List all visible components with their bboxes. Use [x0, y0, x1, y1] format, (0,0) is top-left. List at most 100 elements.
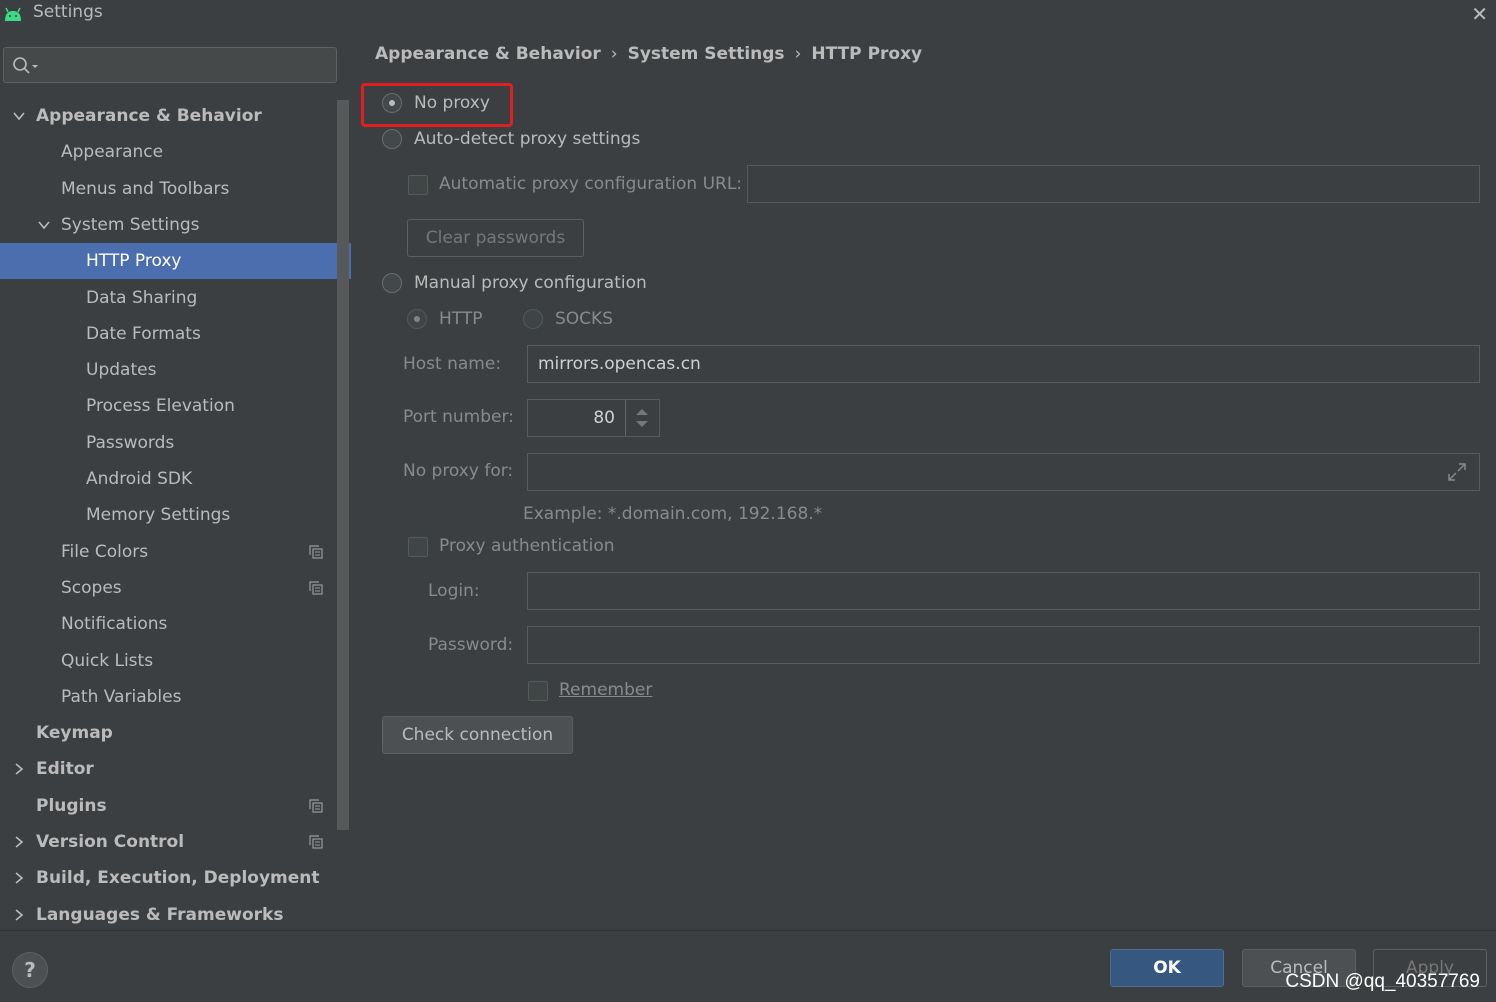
http-label[interactable]: HTTP — [439, 309, 483, 329]
sidebar-item-notifications[interactable]: Notifications — [0, 606, 351, 642]
http-radio[interactable] — [407, 309, 427, 329]
sidebar-item-label: Data Sharing — [86, 287, 198, 308]
sidebar-item-label: Process Elevation — [86, 396, 235, 417]
sidebar-item-label: Updates — [86, 360, 157, 381]
project-settings-icon — [309, 799, 323, 813]
expand-icon[interactable] — [1447, 462, 1467, 482]
manual-proxy-label[interactable]: Manual proxy configuration — [414, 273, 647, 293]
proxy-authentication-label[interactable]: Proxy authentication — [439, 536, 615, 556]
watermark-text: CSDN @qq_40357769 — [1285, 971, 1480, 992]
socks-radio[interactable] — [523, 309, 543, 329]
sidebar-item-system-settings[interactable]: System Settings — [0, 207, 351, 243]
sidebar-item-editor[interactable]: Editor — [0, 751, 351, 787]
project-settings-icon — [309, 544, 323, 559]
window-title: Settings — [33, 2, 103, 22]
no-proxy-label[interactable]: No proxy — [414, 93, 490, 113]
sidebar-item-build-execution-deployment[interactable]: Build, Execution, Deployment — [0, 860, 351, 896]
sidebar-item-data-sharing[interactable]: Data Sharing — [0, 280, 351, 316]
sidebar-item-updates[interactable]: Updates — [0, 352, 351, 388]
breadcrumb-separator: › — [610, 44, 618, 64]
settings-sidebar: Appearance & Behavior Appearance Menus and… — [0, 30, 351, 930]
project-settings-icon — [309, 581, 323, 595]
ok-button[interactable]: OK — [1110, 949, 1224, 987]
clear-passwords-button[interactable]: Clear passwords — [407, 219, 584, 257]
auto-config-url-input[interactable] — [747, 165, 1480, 203]
close-icon[interactable]: ✕ — [1471, 2, 1488, 26]
chevron-right-icon[interactable] — [11, 824, 27, 860]
auto-config-url-label: Automatic proxy configuration URL: — [439, 174, 743, 194]
sidebar-item-version-control[interactable]: Version Control — [0, 824, 351, 860]
sidebar-item-plugins[interactable]: Plugins — [0, 788, 351, 824]
sidebar-item-menus-and-toolbars[interactable]: Menus and Toolbars — [0, 171, 351, 207]
port-number-label: Port number: — [403, 407, 514, 427]
sidebar-item-http-proxy[interactable]: HTTP Proxy — [0, 243, 351, 280]
sidebar-item-memory-settings[interactable]: Memory Settings — [0, 497, 351, 533]
chevron-down-icon[interactable] — [11, 98, 27, 134]
breadcrumb-item[interactable]: System Settings — [628, 44, 785, 64]
search-input[interactable] — [3, 47, 337, 83]
sidebar-item-label: Android SDK — [86, 469, 193, 489]
remember-label[interactable]: Remember — [559, 680, 652, 700]
no-proxy-example-hint: Example: *.domain.com, 192.168.* — [523, 504, 823, 524]
chevron-down-icon[interactable] — [36, 207, 52, 243]
proxy-authentication-checkbox[interactable] — [408, 537, 428, 557]
check-connection-button[interactable]: Check connection — [382, 716, 573, 754]
auto-config-url-checkbox[interactable] — [408, 175, 428, 195]
sidebar-item-label: Notifications — [61, 614, 168, 635]
breadcrumb-separator: › — [794, 44, 802, 64]
android-icon — [5, 7, 21, 21]
sidebar-item-label: System Settings — [61, 214, 200, 235]
sidebar-item-label: Quick Lists — [61, 650, 154, 671]
dialog-footer: ? OK Cancel Apply CSDN @qq_40357769 — [0, 930, 1496, 1002]
port-number-value: 80 — [593, 408, 615, 428]
sidebar-item-label: Memory Settings — [86, 505, 231, 526]
chevron-right-icon[interactable] — [11, 897, 27, 933]
sidebar-item-label: Menus and Toolbars — [61, 178, 230, 199]
password-input[interactable] — [527, 626, 1480, 664]
sidebar-scrollbar[interactable] — [337, 100, 349, 830]
sidebar-item-appearance-behavior[interactable]: Appearance & Behavior — [0, 98, 351, 134]
remember-checkbox[interactable] — [528, 681, 548, 701]
no-proxy-for-input[interactable] — [527, 453, 1480, 491]
sidebar-item-path-variables[interactable]: Path Variables — [0, 679, 351, 715]
auto-detect-label[interactable]: Auto-detect proxy settings — [414, 129, 640, 149]
breadcrumb-item[interactable]: Appearance & Behavior — [375, 44, 601, 64]
sidebar-item-languages-frameworks[interactable]: Languages & Frameworks — [0, 897, 351, 933]
sidebar-item-label: Keymap — [36, 723, 113, 744]
sidebar-item-label: Languages & Frameworks — [36, 904, 284, 925]
title-bar: Settings ✕ — [0, 0, 1496, 30]
sidebar-item-process-elevation[interactable]: Process Elevation — [0, 388, 351, 424]
sidebar-item-label: HTTP Proxy — [86, 251, 182, 272]
help-button[interactable]: ? — [12, 952, 48, 988]
search-icon — [13, 57, 38, 74]
sidebar-item-file-colors[interactable]: File Colors — [0, 534, 351, 570]
manual-proxy-radio[interactable] — [382, 273, 402, 293]
host-name-input[interactable]: mirrors.opencas.cn — [527, 345, 1480, 383]
sidebar-item-android-sdk[interactable]: Android SDK — [0, 461, 351, 497]
chevron-right-icon[interactable] — [11, 751, 27, 787]
auto-detect-radio[interactable] — [382, 129, 402, 149]
sidebar-item-appearance[interactable]: Appearance — [0, 134, 351, 170]
socks-label[interactable]: SOCKS — [555, 309, 613, 329]
sidebar-item-label: Version Control — [36, 832, 185, 852]
login-label: Login: — [428, 581, 480, 601]
sidebar-item-date-formats[interactable]: Date Formats — [0, 316, 351, 352]
port-number-stepper[interactable]: 80 — [527, 399, 660, 437]
sidebar-item-quick-lists[interactable]: Quick Lists — [0, 643, 351, 679]
sidebar-item-label: Date Formats — [86, 323, 201, 344]
breadcrumb: Appearance & Behavior › System Settings › HT… — [375, 44, 922, 64]
login-input[interactable] — [527, 572, 1480, 610]
sidebar-item-label: File Colors — [61, 541, 149, 562]
no-proxy-radio[interactable] — [382, 93, 402, 113]
sidebar-item-label: Appearance & Behavior — [36, 106, 262, 126]
no-proxy-for-label: No proxy for: — [403, 461, 514, 481]
sidebar-item-passwords[interactable]: Passwords — [0, 425, 351, 461]
project-settings-icon — [309, 835, 323, 849]
sidebar-item-keymap[interactable]: Keymap — [0, 715, 351, 751]
sidebar-item-label: Scopes — [61, 577, 122, 598]
host-name-label: Host name: — [403, 354, 502, 374]
chevron-right-icon[interactable] — [11, 860, 27, 896]
sidebar-item-scopes[interactable]: Scopes — [0, 570, 351, 606]
stepper-arrows-icon[interactable] — [625, 400, 659, 436]
sidebar-item-label: Plugins — [36, 795, 107, 816]
